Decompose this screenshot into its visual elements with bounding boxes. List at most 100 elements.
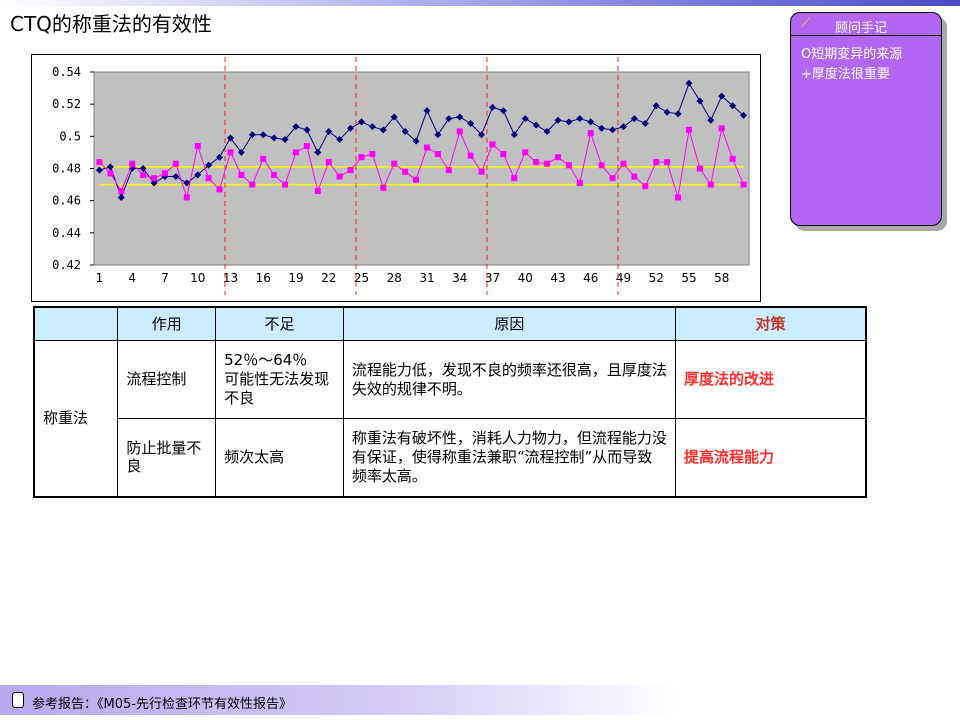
- data-point-square: [172, 160, 179, 167]
- data-point-square: [467, 152, 474, 159]
- header-cell-lack: 不足: [215, 306, 344, 341]
- x-tick-label: 22: [321, 271, 336, 285]
- lack-cell: 52％～64％ 可能性无法发现不良: [215, 340, 344, 419]
- data-point-square: [369, 151, 376, 158]
- data-point-square: [205, 175, 212, 182]
- data-point-square: [347, 167, 354, 174]
- data-point-square: [194, 142, 201, 149]
- x-tick-label: 52: [649, 271, 664, 285]
- data-point-square: [249, 181, 256, 188]
- table-row: 称重法 流程控制 52％～64％ 可能性无法发现不良 流程能力低，发现不良的频率…: [33, 340, 867, 497]
- header-cell-measure: 对策: [674, 306, 867, 341]
- data-point-square: [445, 167, 452, 174]
- note-line-2: +厚度法很重要: [801, 67, 890, 82]
- data-point-square: [609, 175, 616, 182]
- data-point-square: [718, 125, 725, 132]
- data-point-square: [314, 188, 321, 195]
- data-point-square: [576, 179, 583, 186]
- lack-text: 可能性无法发现不良: [224, 370, 330, 407]
- data-point-square: [423, 144, 430, 151]
- data-point-square: [729, 155, 736, 162]
- data-point-square: [96, 159, 103, 166]
- data-point-square: [478, 168, 485, 175]
- footer-bar: 参考报告：《M05-先行检查环节有效性报告》: [0, 685, 680, 715]
- data-point-square: [456, 128, 463, 135]
- data-point-square: [620, 160, 627, 167]
- data-point-square: [434, 151, 441, 158]
- pin-icon: ⟋: [801, 16, 811, 31]
- note-title: 顾问手记: [835, 21, 888, 36]
- y-tick-label: 0.52: [52, 97, 81, 111]
- header-cell-reason: 原因: [342, 306, 676, 341]
- plot-area: [93, 71, 750, 266]
- slide-title: CTQ的称重法的有效性: [10, 12, 212, 36]
- lack-cell: 频次太高: [215, 418, 344, 497]
- data-point-square: [271, 171, 278, 178]
- y-tick-label: 0.48: [52, 162, 81, 176]
- data-point-square: [664, 159, 671, 166]
- x-tick-label: 10: [190, 271, 205, 285]
- x-tick-label: 4: [128, 271, 136, 285]
- measure-cell: 厚度法的改进: [674, 340, 867, 419]
- y-tick-label: 0.54: [52, 65, 81, 79]
- data-point-square: [118, 188, 125, 195]
- data-point-square: [358, 154, 365, 161]
- table-row: 防止批量不良 频次太高 称重法有破坏性，消耗人力物力，但流程能力没有保证，使得称…: [34, 418, 867, 497]
- data-point-square: [653, 159, 660, 166]
- x-tick-label: 58: [714, 271, 729, 285]
- x-tick-label: 34: [452, 271, 467, 285]
- data-point-square: [183, 194, 190, 201]
- measure-cell: 提高流程能力: [674, 418, 867, 497]
- note-header: ⟋ 顾问手记: [791, 13, 941, 36]
- data-point-square: [107, 170, 114, 177]
- data-point-square: [391, 160, 398, 167]
- data-point-square: [303, 142, 310, 149]
- data-point-square: [282, 181, 289, 188]
- group-label-cell: 称重法: [33, 340, 119, 497]
- top-gradient-bar: [0, 0, 960, 6]
- data-point-square: [402, 168, 409, 175]
- chart-frame: 0.42 0.44 0.46 0.48 0.5 0.52 0.54 1 4 7 10 13 16 19 22…: [31, 54, 761, 302]
- x-tick-label: 1: [96, 271, 104, 285]
- data-point-square: [161, 170, 168, 177]
- x-tick-label: 46: [583, 271, 598, 285]
- x-tick-label: 19: [288, 271, 303, 285]
- header-cell-role: 作用: [117, 306, 217, 341]
- x-tick-label: 55: [681, 271, 696, 285]
- x-tick-label: 31: [419, 271, 434, 285]
- x-tick-label: 43: [550, 271, 565, 285]
- y-tick-label: 0.42: [52, 258, 81, 272]
- footer-reference-text: 参考报告：《M05-先行检查环节有效性报告》: [32, 697, 292, 712]
- table-header-row: 作用 不足 原因 对策: [33, 306, 867, 341]
- data-point-square: [511, 175, 518, 182]
- data-point-square: [260, 155, 267, 162]
- line-chart: 0.420.440.460.480.50.520.541 4 7 10 13 16 19 22…: [52, 57, 750, 295]
- data-point-square: [522, 149, 529, 156]
- y-tick-label: 0.44: [52, 226, 81, 240]
- data-point-square: [238, 171, 245, 178]
- y-tick-label: 0.46: [52, 194, 81, 208]
- data-point-square: [216, 186, 223, 193]
- y-tick-label: 0.5: [59, 129, 81, 143]
- data-point-square: [685, 126, 692, 133]
- lack-percent: 52％～64％: [224, 351, 308, 370]
- data-point-square: [129, 160, 136, 167]
- note-line-1: Ο短期变异的来源: [801, 47, 903, 62]
- data-point-square: [587, 130, 594, 137]
- header-cell-empty: [33, 306, 119, 341]
- data-point-square: [598, 162, 605, 169]
- x-tick-label: 16: [256, 271, 271, 285]
- data-point-square: [565, 162, 572, 169]
- data-point-square: [489, 141, 496, 148]
- data-point-square: [740, 181, 747, 188]
- data-point-square: [413, 176, 420, 183]
- data-point-square: [631, 173, 638, 180]
- data-point-square: [554, 154, 561, 161]
- data-point-square: [500, 151, 507, 158]
- data-point-square: [675, 194, 682, 201]
- x-tick-label: 7: [161, 271, 169, 285]
- data-point-square: [696, 165, 703, 172]
- x-tick-label: 28: [387, 271, 402, 285]
- role-cell: 流程控制: [117, 340, 217, 419]
- data-point-square: [151, 175, 158, 182]
